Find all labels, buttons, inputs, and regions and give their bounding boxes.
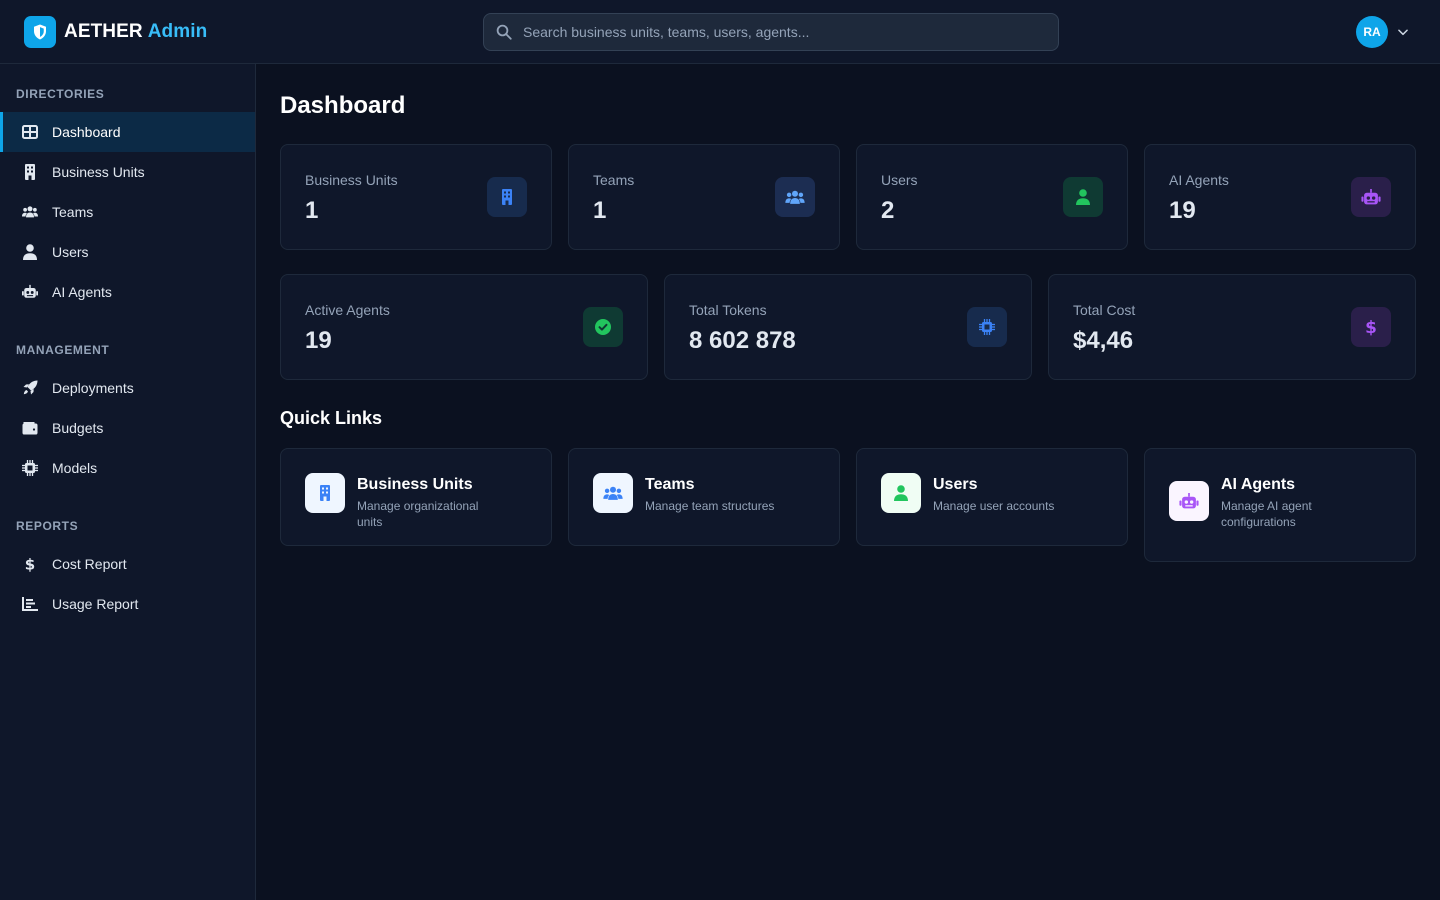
sidebar-section-directories: DIRECTORIES — [16, 87, 105, 101]
dollar-icon: $ — [1351, 307, 1391, 347]
sidebar-item-cost-report[interactable]: $ Cost Report — [0, 544, 255, 584]
stat-card-users: Users 2 — [856, 144, 1128, 250]
sidebar-item-label: Cost Report — [52, 556, 127, 572]
shield-icon — [24, 16, 56, 48]
sidebar-item-label: Usage Report — [52, 596, 139, 612]
quick-link-description: Manage user accounts — [933, 499, 1055, 513]
quick-link-title: Teams — [645, 476, 695, 493]
stat-label: Users — [881, 172, 918, 188]
sidebar-item-teams[interactable]: Teams — [0, 192, 255, 232]
sidebar-item-business-units[interactable]: Business Units — [0, 152, 255, 192]
quick-link-description: Manage team structures — [645, 499, 775, 513]
quick-link-ai-agents[interactable]: AI Agents Manage AI agent configurations — [1144, 448, 1416, 562]
sidebar-item-usage-report[interactable]: Usage Report — [0, 584, 255, 624]
page-title: Dashboard — [280, 92, 406, 119]
search-input[interactable] — [523, 24, 1058, 40]
stat-value: 19 — [305, 327, 332, 354]
sidebar-item-label: AI Agents — [52, 284, 112, 300]
sidebar-item-label: Deployments — [52, 380, 134, 396]
sidebar-section-reports: REPORTS — [16, 519, 79, 533]
brand-title: AETHER — [64, 21, 143, 42]
stat-label: Business Units — [305, 172, 398, 188]
sidebar-item-label: Business Units — [52, 164, 145, 180]
building-icon — [487, 177, 527, 217]
stat-label: Total Cost — [1073, 302, 1136, 318]
quick-link-title: Business Units — [357, 476, 473, 493]
sidebar-item-label: Users — [52, 244, 89, 260]
sidebar-item-label: Models — [52, 460, 98, 476]
stat-card-business-units: Business Units 1 — [280, 144, 552, 250]
stat-label: Total Tokens — [689, 302, 767, 318]
quick-link-description: Manage AI agent configurations — [1221, 499, 1312, 529]
brand[interactable]: AETHER Admin — [24, 16, 207, 48]
stat-card-ai-agents: AI Agents 19 — [1144, 144, 1416, 250]
avatar[interactable]: RA — [1356, 16, 1388, 48]
quick-link-description: Manage organizational units — [357, 499, 479, 529]
svg-text:$: $ — [1365, 318, 1377, 336]
search-icon — [495, 23, 513, 41]
stat-value: $4,46 — [1073, 327, 1134, 354]
people-icon — [593, 473, 633, 513]
quick-link-title: Users — [933, 476, 978, 493]
user-icon — [22, 244, 38, 260]
sidebar-item-users[interactable]: Users — [0, 232, 255, 272]
quick-link-title: AI Agents — [1221, 476, 1296, 493]
grid-icon — [22, 124, 38, 140]
stat-label: Active Agents — [305, 302, 390, 318]
robot-icon — [1169, 481, 1209, 521]
sidebar-item-label: Budgets — [52, 420, 104, 436]
user-icon — [1063, 177, 1103, 217]
stat-value: 2 — [881, 197, 895, 224]
stat-value: 1 — [593, 197, 607, 224]
chip-icon — [22, 460, 38, 476]
quick-link-teams[interactable]: Teams Manage team structures — [568, 448, 840, 546]
check-circle-icon — [583, 307, 623, 347]
chip-icon — [967, 307, 1007, 347]
stat-card-active-agents: Active Agents 19 — [280, 274, 648, 380]
sidebar-item-budgets[interactable]: Budgets — [0, 408, 255, 448]
quick-link-users[interactable]: Users Manage user accounts — [856, 448, 1128, 546]
building-icon — [305, 473, 345, 513]
people-icon — [22, 204, 38, 220]
bar-chart-icon — [22, 596, 38, 612]
stat-card-total-tokens: Total Tokens 8 602 878 — [664, 274, 1032, 380]
sidebar: DIRECTORIES Dashboard Business Units Tea… — [0, 64, 256, 900]
top-bar: AETHERAdmin RA — [0, 0, 1440, 64]
user-menu[interactable]: RA — [1356, 16, 1410, 48]
sidebar-section-management: MANAGEMENT — [16, 343, 110, 357]
sidebar-item-models[interactable]: Models — [0, 448, 255, 488]
search-bar[interactable] — [483, 13, 1059, 51]
building-icon — [22, 164, 38, 180]
sidebar-item-label: Teams — [52, 204, 94, 220]
user-icon — [881, 473, 921, 513]
robot-icon — [22, 284, 38, 300]
svg-text:$: $ — [25, 556, 35, 572]
quick-link-business-units[interactable]: Business Units Manage organizational uni… — [280, 448, 552, 546]
rocket-icon — [22, 380, 38, 396]
wallet-icon — [22, 420, 38, 436]
stat-card-total-cost: Total Cost $4,46 $ — [1048, 274, 1416, 380]
stat-value: 8 602 878 — [689, 327, 796, 354]
sidebar-item-label: Dashboard — [52, 124, 121, 140]
stat-label: Teams — [593, 172, 635, 188]
brand-suffix: Admin — [147, 21, 208, 42]
stat-card-teams: Teams 1 — [568, 144, 840, 250]
stat-label: AI Agents — [1169, 172, 1229, 188]
quick-links-heading: Quick Links — [280, 408, 383, 428]
sidebar-item-deployments[interactable]: Deployments — [0, 368, 255, 408]
chevron-down-icon[interactable] — [1396, 25, 1410, 39]
stat-value: 1 — [305, 197, 319, 224]
brand-name: AETHER Admin — [64, 21, 207, 43]
sidebar-item-dashboard[interactable]: Dashboard — [0, 112, 255, 152]
robot-icon — [1351, 177, 1391, 217]
people-icon — [775, 177, 815, 217]
sidebar-item-ai-agents[interactable]: AI Agents — [0, 272, 255, 312]
dollar-icon: $ — [22, 556, 38, 572]
stat-value: 19 — [1169, 197, 1196, 224]
